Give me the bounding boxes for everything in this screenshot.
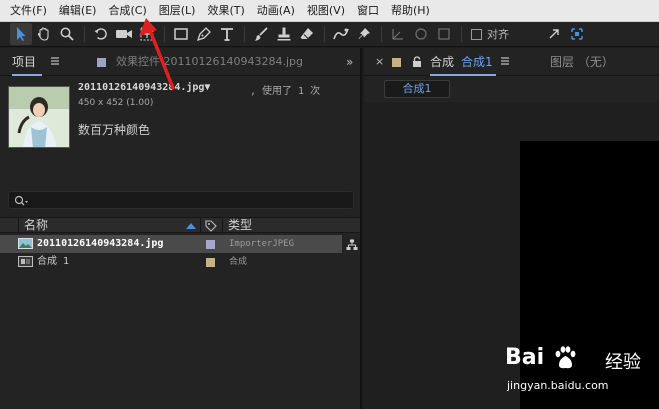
project-search-input[interactable] bbox=[8, 191, 354, 209]
toolbar-divider bbox=[461, 26, 462, 42]
view-axis-icon[interactable] bbox=[433, 23, 455, 45]
project-item-name: 20110126140943284.jpg bbox=[37, 238, 164, 249]
puppet-pin-tool-icon[interactable] bbox=[353, 23, 375, 45]
menu-effect[interactable]: 效果(T) bbox=[201, 0, 250, 22]
lock-icon[interactable] bbox=[412, 56, 422, 71]
project-panel-tabs: 项目 效果控件 20110126140943284.jpg » bbox=[0, 48, 360, 76]
close-tab-button[interactable]: × bbox=[375, 48, 384, 76]
baidu-watermark: Bai 经验 jingyan.baidu.com bbox=[505, 345, 655, 407]
zoom-tool-icon[interactable] bbox=[56, 23, 78, 45]
menu-view[interactable]: 视图(V) bbox=[301, 0, 351, 22]
clone-stamp-tool-icon[interactable] bbox=[273, 23, 295, 45]
footage-usage: , 使用了 1 次 bbox=[250, 86, 321, 97]
panel-menu-icon[interactable] bbox=[50, 56, 60, 69]
rotate-tool-icon[interactable] bbox=[90, 23, 112, 45]
watermark-url: jingyan.baidu.com bbox=[507, 379, 609, 392]
column-type[interactable]: 类型 bbox=[228, 218, 252, 233]
composition-color-swatch bbox=[392, 58, 401, 67]
workspace-icon[interactable] bbox=[566, 23, 588, 45]
column-divider bbox=[18, 218, 19, 233]
footage-color-depth: 数百万种颜色 bbox=[78, 123, 151, 137]
toolbar-divider bbox=[244, 26, 245, 42]
project-item-type: ImporterJPEG bbox=[229, 239, 295, 249]
column-divider bbox=[222, 218, 223, 233]
project-item-name: 合成 1 bbox=[37, 256, 70, 267]
panel-overflow-button[interactable]: » bbox=[346, 48, 353, 76]
snap-checkbox[interactable] bbox=[471, 28, 482, 40]
brush-tool-icon[interactable] bbox=[250, 23, 272, 45]
snap-label: 对齐 bbox=[487, 28, 509, 41]
project-item-row[interactable]: 20110126140943284.jpg ImporterJPEG bbox=[0, 235, 342, 253]
project-item-row[interactable]: 合成 1 合成 bbox=[0, 253, 342, 271]
footage-thumbnail bbox=[8, 86, 70, 148]
pen-tool-icon[interactable] bbox=[193, 23, 215, 45]
active-tab-underline bbox=[12, 74, 42, 76]
menu-window[interactable]: 窗口 bbox=[351, 0, 385, 22]
tab-composition[interactable]: 合成 bbox=[430, 48, 454, 76]
project-panel: 项目 效果控件 20110126140943284.jpg » 20110126… bbox=[0, 48, 362, 409]
label-tag-icon[interactable] bbox=[205, 220, 217, 235]
label-color-swatch[interactable] bbox=[206, 258, 215, 267]
flowchart-icon[interactable] bbox=[346, 239, 358, 254]
text-tool-icon[interactable] bbox=[216, 23, 238, 45]
composition-breadcrumb[interactable]: 合成1 bbox=[384, 80, 450, 98]
menu-animation[interactable]: 动画(A) bbox=[251, 0, 301, 22]
panel-menu-icon[interactable] bbox=[500, 56, 510, 69]
project-column-header: 名称 类型 bbox=[0, 217, 360, 233]
paw-logo-icon bbox=[553, 345, 577, 371]
world-axis-icon[interactable] bbox=[410, 23, 432, 45]
watermark-brand-left: Bai bbox=[505, 345, 545, 370]
sort-ascending-icon[interactable] bbox=[186, 223, 196, 229]
roto-brush-tool-icon[interactable] bbox=[330, 23, 352, 45]
search-icon bbox=[14, 195, 30, 210]
axis-mode-icon[interactable] bbox=[387, 23, 409, 45]
toolbar-divider bbox=[324, 26, 325, 42]
image-footage-icon bbox=[18, 238, 33, 249]
expand-icon[interactable] bbox=[543, 23, 565, 45]
annotation-arrow-icon bbox=[139, 18, 175, 90]
composition-icon bbox=[18, 256, 33, 267]
footage-dimensions: 450 x 452 (1.00) bbox=[78, 98, 154, 108]
composition-panel-tabs: × 合成 合成1 图层 （无） bbox=[364, 48, 659, 76]
camera-tool-icon[interactable] bbox=[113, 23, 135, 45]
label-color-swatch[interactable] bbox=[206, 240, 215, 249]
toolbar-divider bbox=[84, 26, 85, 42]
menu-edit[interactable]: 编辑(E) bbox=[53, 0, 103, 22]
menu-file[interactable]: 文件(F) bbox=[4, 0, 53, 22]
tab-composition-name[interactable]: 合成1 bbox=[461, 48, 493, 76]
effects-tab-color-swatch bbox=[97, 58, 106, 67]
project-item-type: 合成 bbox=[229, 257, 248, 267]
tab-project[interactable]: 项目 bbox=[12, 48, 36, 76]
menu-bar: 文件(F) 编辑(E) 合成(C) 图层(L) 效果(T) 动画(A) 视图(V… bbox=[0, 0, 659, 22]
column-divider bbox=[200, 218, 201, 233]
eraser-tool-icon[interactable] bbox=[296, 23, 318, 45]
watermark-brand-right: 经验 bbox=[605, 352, 641, 373]
column-name[interactable]: 名称 bbox=[24, 218, 48, 233]
toolbar-divider bbox=[381, 26, 382, 42]
snap-toggle[interactable]: 对齐 bbox=[471, 26, 509, 42]
toolbar: 对齐 bbox=[0, 22, 659, 47]
menu-help[interactable]: 帮助(H) bbox=[385, 0, 436, 22]
selection-tool-icon[interactable] bbox=[10, 23, 32, 45]
tab-layer[interactable]: 图层 （无） bbox=[550, 48, 614, 76]
hand-tool-icon[interactable] bbox=[33, 23, 55, 45]
active-tab-underline bbox=[430, 74, 496, 76]
